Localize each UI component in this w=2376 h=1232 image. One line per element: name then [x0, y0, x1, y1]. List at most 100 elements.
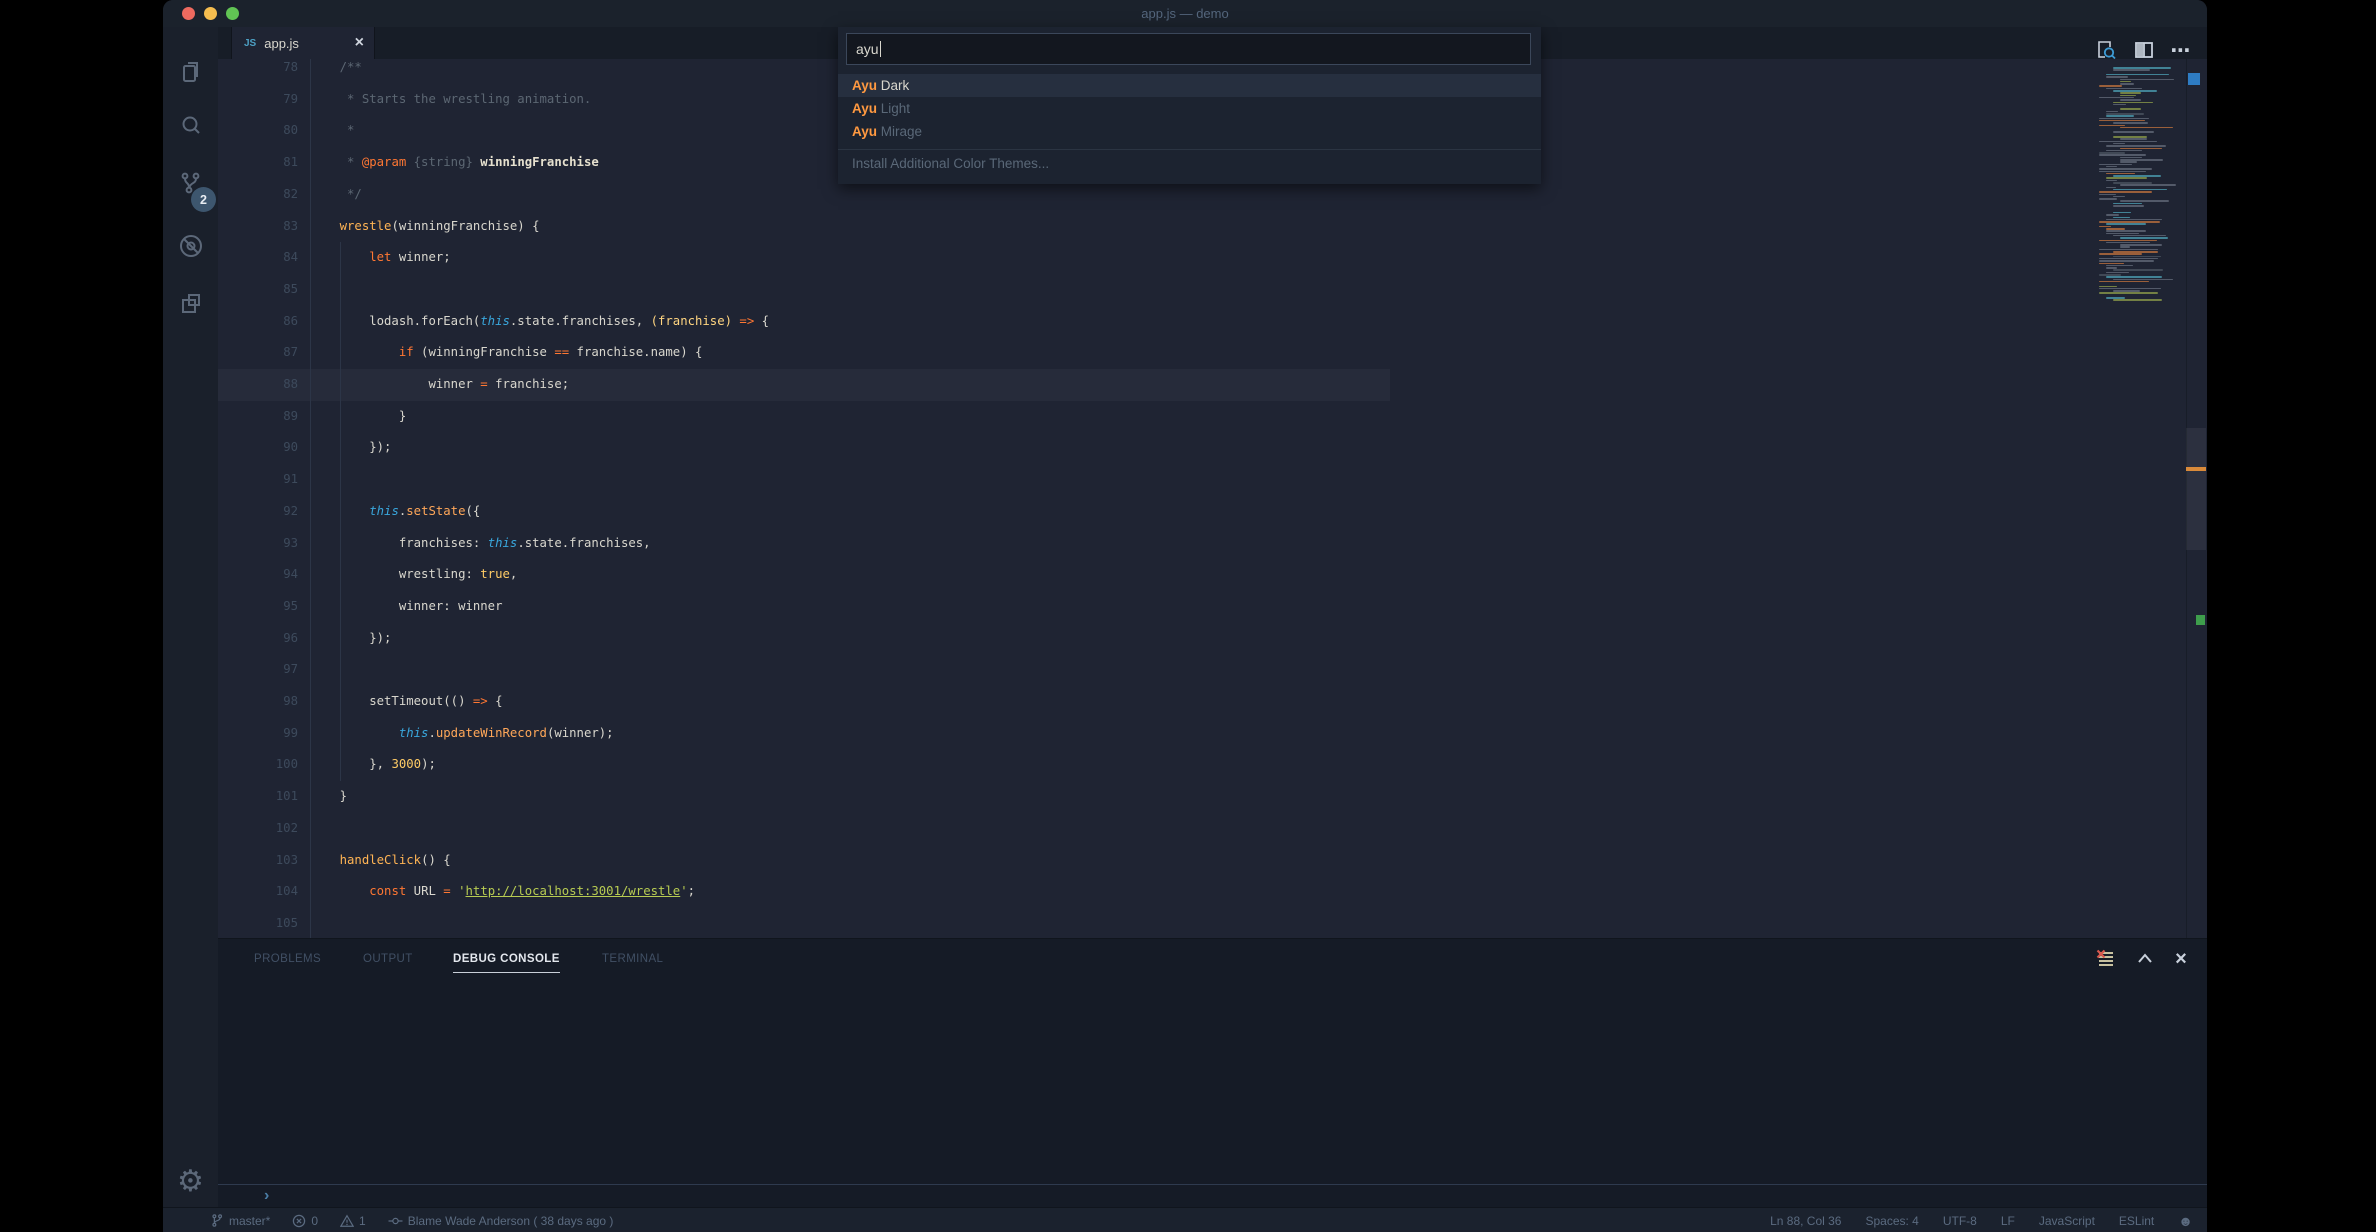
settings-gear-button[interactable]: ⚙ — [163, 1159, 218, 1205]
status-item-master[interactable]: master* — [210, 1213, 270, 1228]
ruler-modified-marker — [2186, 467, 2206, 471]
status-label: 1 — [359, 1214, 366, 1228]
code-text: let winner; — [310, 242, 451, 274]
ruler-added-marker — [2196, 615, 2205, 625]
code-line-91[interactable]: 91 — [218, 464, 2088, 496]
gear-icon: ⚙ — [177, 1167, 204, 1197]
panel-tab-debug-console[interactable]: DEBUG CONSOLE — [453, 949, 560, 973]
status-item-blame-wade-anderson-38-days-ago[interactable]: Blame Wade Anderson ( 38 days ago ) — [388, 1214, 614, 1228]
minimap-line — [2099, 171, 2146, 173]
sidebar-item-extensions[interactable] — [163, 281, 218, 327]
window-title: app.js — demo — [163, 0, 2207, 27]
line-number: 80 — [218, 115, 298, 147]
minimap-line — [2120, 237, 2168, 239]
tab-app-js[interactable]: JS app.js × — [231, 27, 375, 59]
code-editor[interactable]: 78 /**79 * Starts the wrestling animatio… — [218, 59, 2207, 938]
code-line-96[interactable]: 96 }); — [218, 623, 2088, 655]
code-line-92[interactable]: 92 this.setState({ — [218, 496, 2088, 528]
code-text: } — [310, 401, 406, 433]
code-line-85[interactable]: 85 — [218, 274, 2088, 306]
code-line-105[interactable]: 105 — [218, 908, 2088, 938]
panel-tab-problems[interactable]: PROBLEMS — [254, 949, 321, 969]
code-line-93[interactable]: 93 franchises: this.state.franchises, — [218, 528, 2088, 560]
minimap-line — [2120, 95, 2136, 97]
code-line-104[interactable]: 104 const URL = 'http://localhost:3001/w… — [218, 876, 2088, 908]
title-bar[interactable]: app.js — demo — [163, 0, 2207, 27]
code-line-94[interactable]: 94 wrestling: true, — [218, 559, 2088, 591]
minimap-line — [2120, 92, 2141, 94]
minimap-line — [2120, 138, 2147, 140]
tab-close-icon[interactable]: × — [355, 35, 364, 51]
minimap-line — [2099, 141, 2157, 143]
status-label: ESLint — [2119, 1214, 2154, 1228]
minimap[interactable] — [2095, 59, 2187, 938]
minimap-line — [2120, 79, 2174, 81]
quickpick-input[interactable]: ayu — [846, 33, 1531, 65]
code-line-98[interactable]: 98 setTimeout(() => { — [218, 686, 2088, 718]
status-item-eslint[interactable]: ESLint — [2119, 1214, 2154, 1228]
code-line-99[interactable]: 99 this.updateWinRecord(winner); — [218, 718, 2088, 750]
maximize-panel-button[interactable] — [2134, 948, 2156, 970]
close-panel-button[interactable]: × — [2170, 948, 2192, 970]
line-number: 92 — [218, 496, 298, 528]
line-number: 88 — [218, 369, 298, 401]
status-item-lf[interactable]: LF — [2001, 1214, 2015, 1228]
line-number: 91 — [218, 464, 298, 496]
status-item-spaces-4[interactable]: Spaces: 4 — [1865, 1214, 1918, 1228]
activity-bar: 2 ⚙ — [163, 27, 218, 1232]
quickpick-item-install-themes[interactable]: Install Additional Color Themes... — [838, 152, 1541, 175]
status-item-0[interactable]: 0 — [292, 1214, 318, 1228]
sidebar-item-source-control[interactable]: 2 — [163, 161, 218, 207]
feedback-smiley-icon: ☻ — [2178, 1213, 2193, 1229]
code-line-101[interactable]: 101 } — [218, 781, 2088, 813]
code-line-84[interactable]: 84 let winner; — [218, 242, 2088, 274]
minimap-line — [2120, 127, 2173, 129]
status-item-[interactable]: ☻ — [2178, 1213, 2193, 1229]
sidebar-item-search[interactable] — [163, 103, 218, 149]
code-text: wrestling: true, — [310, 559, 517, 591]
minimap-line — [2113, 102, 2153, 104]
line-number: 90 — [218, 432, 298, 464]
status-item-javascript[interactable]: JavaScript — [2039, 1214, 2095, 1228]
code-line-103[interactable]: 103 handleClick() { — [218, 845, 2088, 877]
status-bar: master* 0 1 Blame Wade Anderson ( 38 days a… — [163, 1207, 2207, 1232]
minimap-line — [2099, 281, 2149, 283]
sidebar-item-explorer[interactable] — [163, 49, 218, 95]
minimap-line — [2106, 145, 2166, 147]
code-line-100[interactable]: 100 }, 3000); — [218, 749, 2088, 781]
status-label: master* — [229, 1214, 270, 1228]
panel-tab-output[interactable]: OUTPUT — [363, 949, 413, 969]
clear-console-button[interactable] — [2095, 948, 2117, 970]
line-number: 98 — [218, 686, 298, 718]
minimap-line — [2106, 223, 2146, 225]
code-line-87[interactable]: 87 if (winningFranchise == franchise.nam… — [218, 337, 2088, 369]
vertical-scrollbar[interactable] — [2186, 428, 2206, 550]
status-item-utf-8[interactable]: UTF-8 — [1943, 1214, 1977, 1228]
minimap-line — [2120, 161, 2137, 163]
code-line-97[interactable]: 97 — [218, 654, 2088, 686]
quickpick-item-ayu-dark[interactable]: Ayu Dark — [838, 74, 1541, 97]
line-number: 96 — [218, 623, 298, 655]
code-line-88[interactable]: 88 winner = franchise; — [218, 369, 2088, 401]
status-item-ln-88-col-36[interactable]: Ln 88, Col 36 — [1770, 1214, 1841, 1228]
code-line-95[interactable]: 95 winner: winner — [218, 591, 2088, 623]
quickpick-item-ayu-light[interactable]: Ayu Light — [838, 97, 1541, 120]
code-line-102[interactable]: 102 — [218, 813, 2088, 845]
sidebar-item-debug[interactable] — [163, 223, 218, 269]
status-item-1[interactable]: 1 — [340, 1214, 366, 1228]
code-text: franchises: this.state.franchises, — [310, 528, 651, 560]
code-line-86[interactable]: 86 lodash.forEach(this.state.franchises,… — [218, 306, 2088, 338]
quickpick-item-ayu-mirage[interactable]: Ayu Mirage — [838, 120, 1541, 143]
minimap-line — [2106, 115, 2134, 117]
minimap-line — [2106, 187, 2116, 189]
code-line-90[interactable]: 90 }); — [218, 432, 2088, 464]
minimap-line — [2120, 148, 2162, 150]
minimap-line — [2099, 263, 2124, 265]
code-line-83[interactable]: 83 wrestle(winningFranchise) { — [218, 211, 2088, 243]
line-number: 86 — [218, 306, 298, 338]
panel-tab-terminal[interactable]: TERMINAL — [602, 949, 663, 969]
item-label: Light — [877, 101, 910, 116]
repl-prompt-icon[interactable]: › — [264, 1187, 269, 1205]
minimap-line — [2113, 69, 2150, 71]
code-line-89[interactable]: 89 } — [218, 401, 2088, 433]
